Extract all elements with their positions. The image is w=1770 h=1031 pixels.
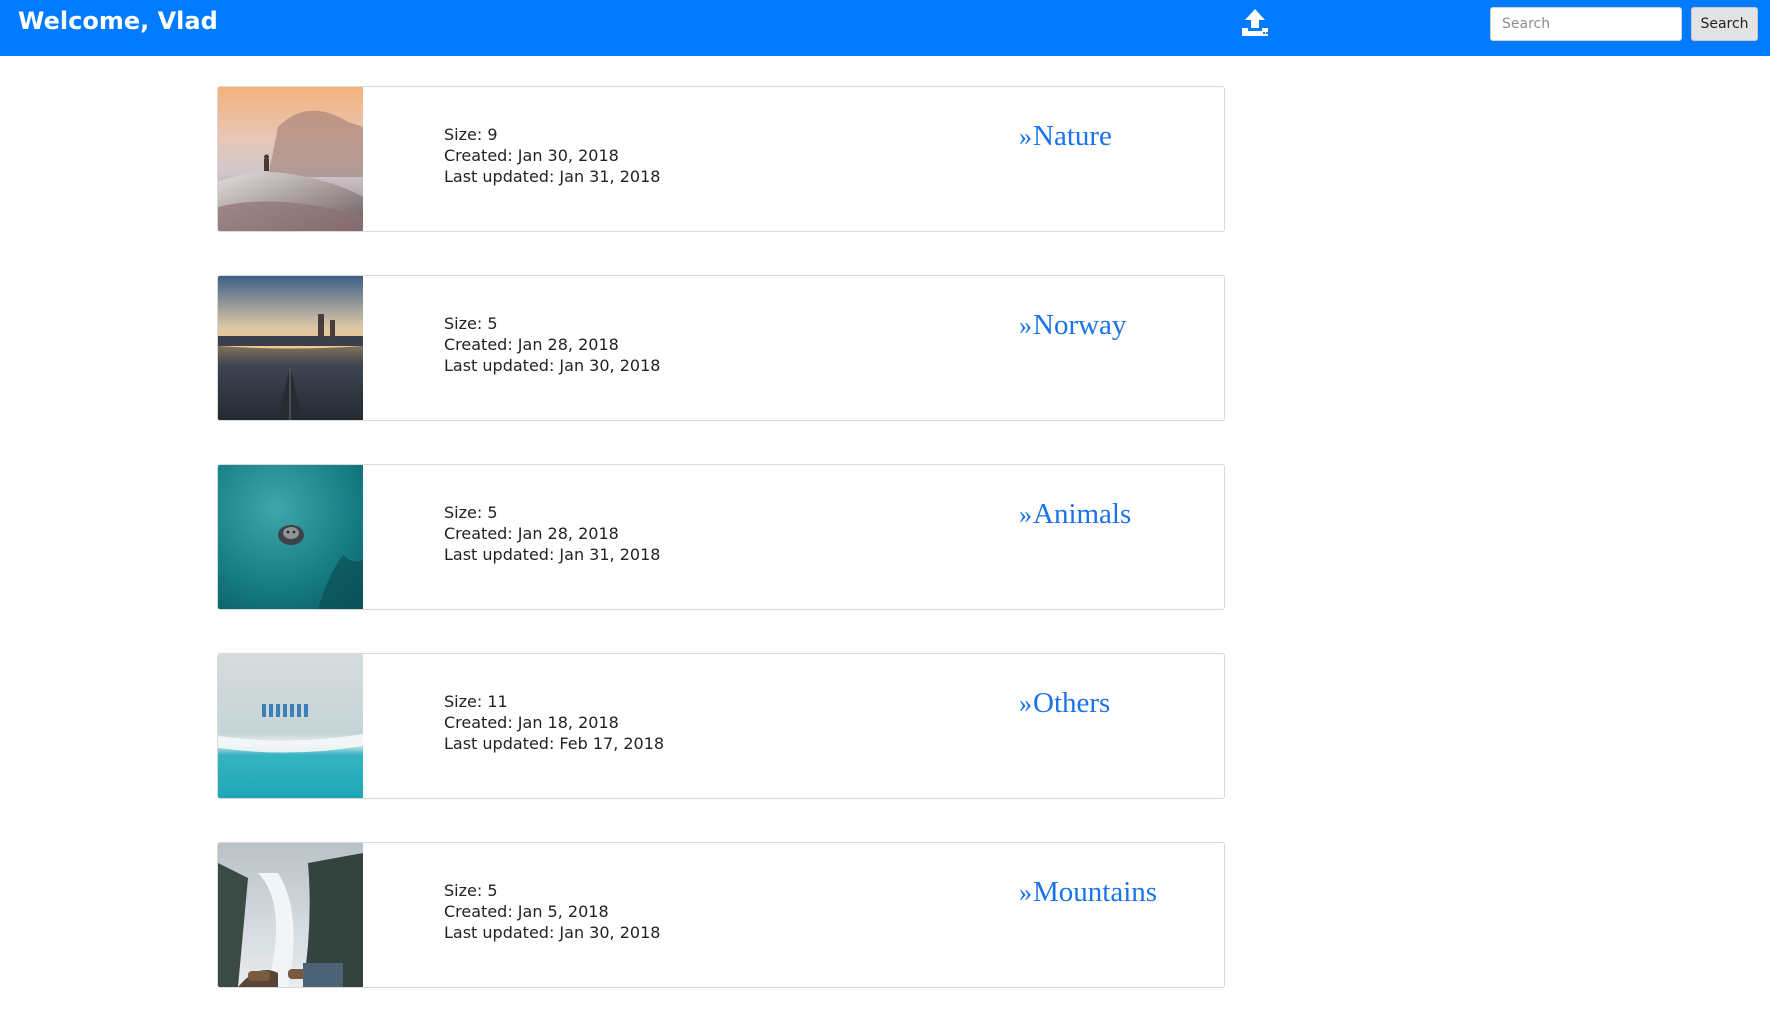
- upload-button[interactable]: [1238, 6, 1272, 40]
- kayak-lake-photo: [218, 276, 363, 420]
- album-created: Created: Jan 5, 2018: [444, 902, 609, 921]
- double-chevron-right-icon: »: [1019, 311, 1032, 340]
- album-meta: Size: 9 Created: Jan 30, 2018 Last updat…: [444, 124, 660, 187]
- album-name: Norway: [1033, 309, 1127, 341]
- album-link-mountains[interactable]: »Mountains: [1019, 876, 1157, 909]
- album-name: Others: [1033, 687, 1111, 719]
- album-size: Size: 9: [444, 125, 498, 144]
- album-size: Size: 5: [444, 314, 498, 333]
- search-input[interactable]: [1490, 7, 1682, 41]
- double-chevron-right-icon: »: [1019, 689, 1032, 718]
- album-card: Size: 5 Created: Jan 28, 2018 Last updat…: [217, 275, 1225, 421]
- double-chevron-right-icon: »: [1019, 500, 1032, 529]
- album-created: Created: Jan 28, 2018: [444, 335, 619, 354]
- album-name: Nature: [1033, 120, 1112, 152]
- navbar: Welcome, Vlad Search: [0, 0, 1770, 56]
- album-created: Created: Jan 18, 2018: [444, 713, 619, 732]
- album-updated: Last updated: Jan 30, 2018: [444, 356, 661, 375]
- album-thumbnail[interactable]: [218, 276, 363, 420]
- album-link-nature[interactable]: »Nature: [1019, 120, 1112, 153]
- album-thumbnail[interactable]: [218, 465, 363, 609]
- beach-aerial-photo: [218, 654, 363, 798]
- album-list: Size: 9 Created: Jan 30, 2018 Last updat…: [217, 86, 1225, 1031]
- album-thumbnail[interactable]: [218, 843, 363, 987]
- double-chevron-right-icon: »: [1019, 122, 1032, 151]
- album-card: Size: 9 Created: Jan 30, 2018 Last updat…: [217, 86, 1225, 232]
- album-meta: Size: 5 Created: Jan 28, 2018 Last updat…: [444, 502, 660, 565]
- album-card: Size: 5 Created: Jan 5, 2018 Last update…: [217, 842, 1225, 988]
- album-created: Created: Jan 30, 2018: [444, 146, 619, 165]
- snowy-forest-photo: [218, 843, 363, 987]
- album-card: Size: 11 Created: Jan 18, 2018 Last upda…: [217, 653, 1225, 799]
- seal-underwater-photo: [218, 465, 363, 609]
- album-updated: Last updated: Jan 31, 2018: [444, 545, 661, 564]
- album-created: Created: Jan 28, 2018: [444, 524, 619, 543]
- album-link-norway[interactable]: »Norway: [1019, 309, 1126, 342]
- album-card: Size: 5 Created: Jan 28, 2018 Last updat…: [217, 464, 1225, 610]
- search-button[interactable]: Search: [1691, 7, 1758, 41]
- album-size: Size: 5: [444, 503, 498, 522]
- upload-icon: [1242, 9, 1269, 36]
- album-link-animals[interactable]: »Animals: [1019, 498, 1131, 531]
- album-size: Size: 5: [444, 881, 498, 900]
- album-updated: Last updated: Feb 17, 2018: [444, 734, 665, 753]
- album-thumbnail[interactable]: [218, 654, 363, 798]
- album-meta: Size: 11 Created: Jan 18, 2018 Last upda…: [444, 691, 664, 754]
- album-link-others[interactable]: »Others: [1019, 687, 1110, 720]
- album-meta: Size: 5 Created: Jan 28, 2018 Last updat…: [444, 313, 660, 376]
- album-updated: Last updated: Jan 30, 2018: [444, 923, 661, 942]
- mountain-sunset-photo: [218, 87, 363, 231]
- album-meta: Size: 5 Created: Jan 5, 2018 Last update…: [444, 880, 660, 943]
- album-size: Size: 11: [444, 692, 508, 711]
- album-name: Mountains: [1033, 876, 1158, 908]
- double-chevron-right-icon: »: [1019, 878, 1032, 907]
- welcome-title: Welcome, Vlad: [18, 7, 218, 35]
- album-thumbnail[interactable]: [218, 87, 363, 231]
- album-updated: Last updated: Jan 31, 2018: [444, 167, 661, 186]
- album-name: Animals: [1033, 498, 1132, 530]
